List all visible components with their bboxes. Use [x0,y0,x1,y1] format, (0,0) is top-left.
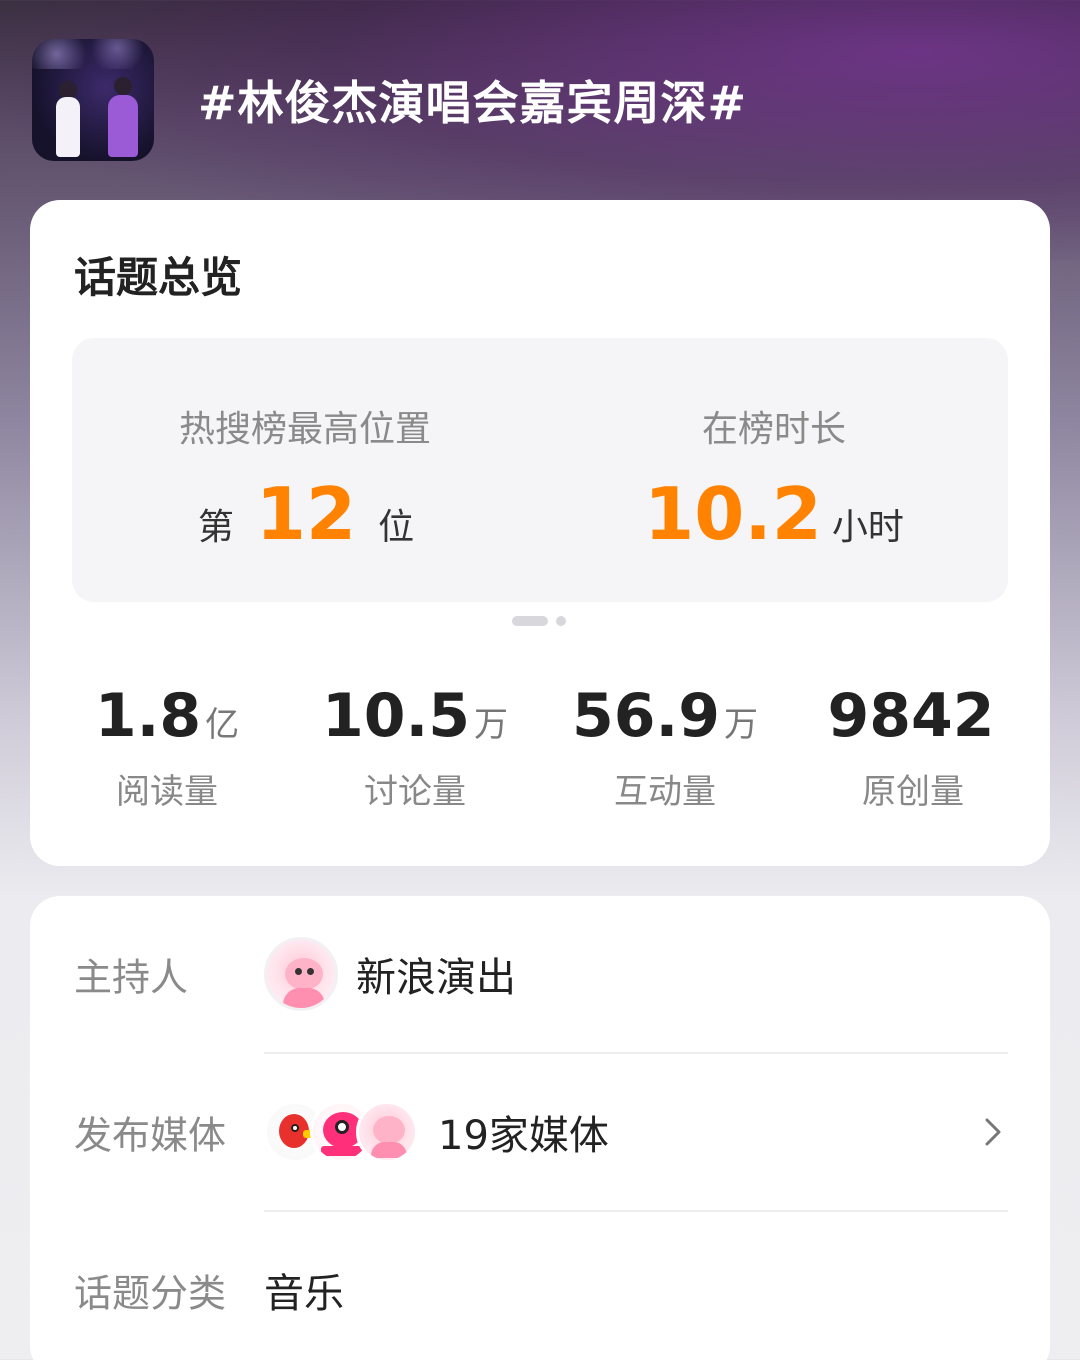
rank-value: 12 [255,472,357,556]
media-row[interactable]: 发布媒体 19家媒体 [30,1054,1050,1210]
carousel-indicator [512,616,572,626]
host-name[interactable]: 新浪演出 [356,945,516,1003]
topic-cover-image[interactable] [32,39,154,161]
stat-interactions-unit: 万 [724,705,759,745]
performer-2 [108,95,138,157]
mascot-eye-right [307,968,314,975]
stats-row: 1.8 亿 阅读量 10.5 万 讨论量 56.9 万 互动量 9842 原创量 [30,686,1050,812]
stat-discussions-value-row: 10.5 万 [290,686,540,746]
stat-interactions-value-row: 56.9 万 [540,686,790,746]
stat-reads[interactable]: 1.8 亿 阅读量 [42,686,292,813]
host-row[interactable]: 主持人 新浪演出 [30,896,1050,1052]
category-value[interactable]: 音乐 [264,1261,344,1319]
topic-header: #林俊杰演唱会嘉宾周深# [32,39,1048,161]
carousel-dot [556,616,566,626]
rank-block: 热搜榜最高位置 第 12 位 [72,338,540,602]
pink-mascot-icon [356,1101,418,1163]
stat-interactions-label: 互动量 [614,772,716,812]
stat-reads-value: 1.8 [94,681,202,751]
stat-reads-value-row: 1.8 亿 [42,686,292,746]
category-content: 音乐 [264,1261,344,1319]
duration-value-row: 10.2 小时 [540,478,1008,550]
category-row: 话题分类 音乐 [30,1212,1050,1360]
media-count: 19家媒体 [438,1113,609,1159]
topic-title: #林俊杰演唱会嘉宾周深# [198,76,748,130]
stat-discussions-label: 讨论量 [364,772,466,812]
logo-bar [321,1146,365,1156]
stage-lights [32,39,154,69]
stat-discussions-value: 10.5 [321,681,471,751]
rank-prefix: 第 [197,507,234,548]
stat-reads-label: 阅读量 [116,772,218,812]
stat-originals-value-row: 9842 [788,686,1038,746]
logo-eye [335,1120,349,1134]
media-label: 发布媒体 [74,1113,227,1158]
rank-value-row: 第 12 位 [72,478,540,550]
host-label: 主持人 [74,955,189,1000]
performer-1 [56,97,80,157]
carousel-dot-active [512,616,548,626]
mascot-skirt [283,988,325,1008]
overview-card: 话题总览 热搜榜最高位置 第 12 位 在榜时长 10.2 小时 1.8 亿 阅… [30,200,1050,866]
mascot-eye-left [295,968,302,975]
duration-value: 10.2 [644,472,822,556]
duration-label: 在榜时长 [701,409,846,450]
stat-originals[interactable]: 9842 原创量 [788,686,1038,813]
info-card: 主持人 新浪演出 发布媒体 19家媒体 话题分类 音乐 [30,896,1050,1360]
stat-originals-value: 9842 [827,681,995,751]
media-avatar-stack [264,1101,418,1163]
rank-label: 热搜榜最高位置 [178,409,431,450]
media-content: 19家媒体 [264,1101,609,1163]
stat-reads-unit: 亿 [205,705,240,745]
duration-block: 在榜时长 10.2 小时 [540,338,1008,602]
host-content: 新浪演出 [264,937,516,1011]
overview-title: 话题总览 [74,253,243,302]
performer-2-head [114,77,132,95]
chevron-right-icon[interactable] [978,1112,1008,1152]
stat-discussions-unit: 万 [474,705,509,745]
highlight-panel[interactable]: 热搜榜最高位置 第 12 位 在榜时长 10.2 小时 [72,338,1008,602]
pink-mascot-icon[interactable] [264,937,338,1011]
mascot-face [285,958,323,990]
rank-suffix: 位 [378,507,415,548]
mascot-skirt [371,1142,407,1158]
stat-interactions-value: 56.9 [571,681,721,751]
stat-originals-label: 原创量 [862,772,964,812]
mascot-face [373,1116,405,1144]
duration-unit: 小时 [831,507,904,548]
stat-discussions[interactable]: 10.5 万 讨论量 [290,686,540,813]
bird-eye [291,1124,299,1132]
category-label: 话题分类 [74,1271,227,1316]
stat-interactions[interactable]: 56.9 万 互动量 [540,686,790,813]
